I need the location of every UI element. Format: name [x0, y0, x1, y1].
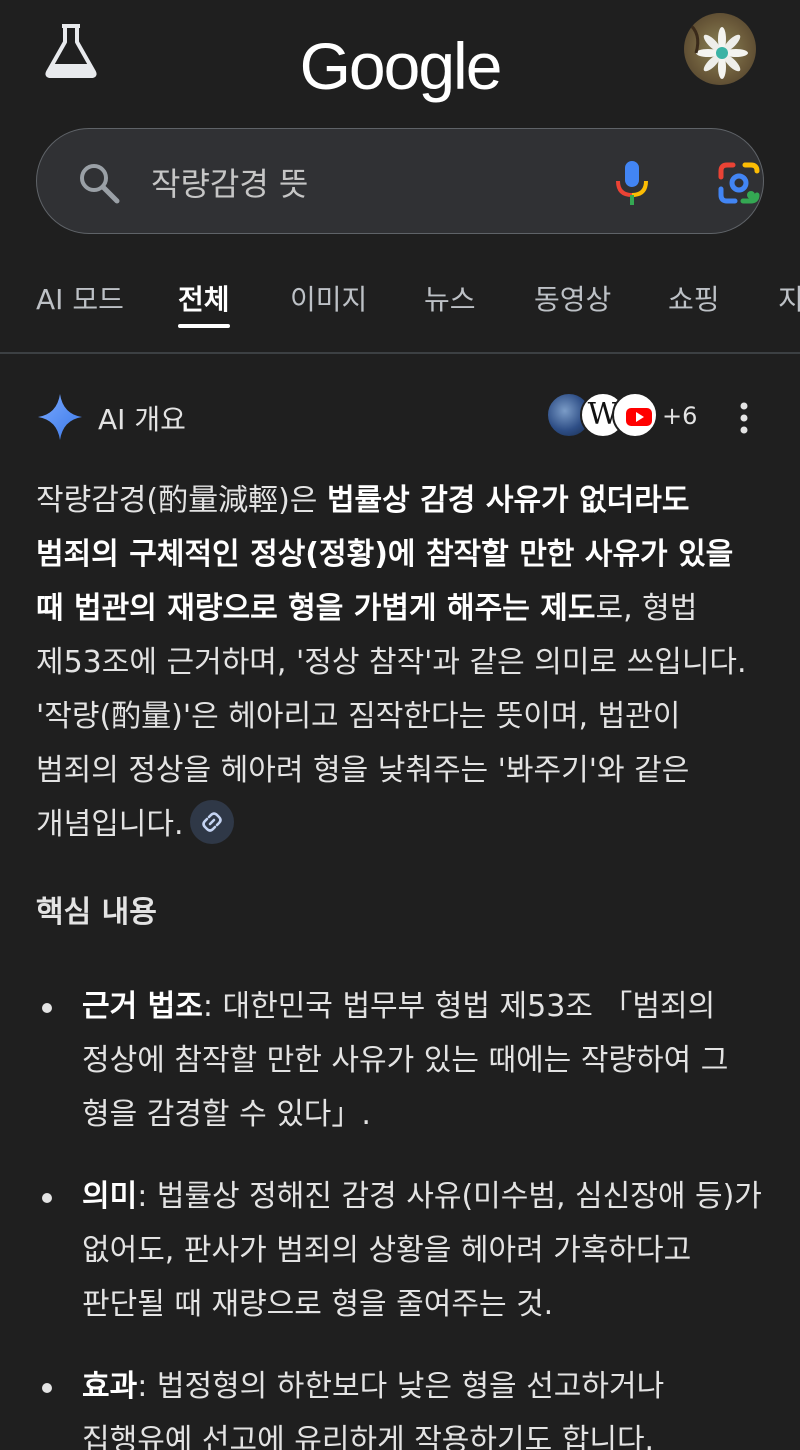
active-tab-indicator: [178, 324, 230, 328]
tabs-divider: [0, 352, 800, 354]
tab-videos[interactable]: 동영상: [534, 278, 611, 328]
more-vert-icon[interactable]: [728, 398, 760, 438]
tab-label: AI 모드: [36, 283, 124, 316]
link-icon: [201, 811, 222, 832]
search-tabs: AI 모드 전체 이미지 뉴스 동영상 쇼핑 지: [0, 262, 800, 354]
mic-icon[interactable]: [609, 159, 655, 207]
tab-ai-mode[interactable]: AI 모드: [36, 278, 124, 328]
tab-label: 뉴스: [424, 283, 476, 316]
tab-label: 지: [778, 283, 800, 316]
ai-overview-content: 작량감경(酌量減輕)은 법률상 감경 사유가 없더라도 범죄의 구체적인 정상(…: [36, 474, 766, 1450]
tab-label: 전체: [178, 283, 230, 316]
section-title: 핵심 내용: [36, 895, 157, 930]
bullet-dot: [42, 1003, 52, 1013]
search-icon[interactable]: [77, 161, 121, 205]
summary-text: 작량감경(酌量減輕)은: [36, 483, 327, 518]
bullet-term: 효과: [82, 1369, 138, 1404]
bullet-term: 근거 법조: [82, 989, 203, 1024]
source-link-chip[interactable]: [189, 799, 234, 844]
tab-shopping[interactable]: 쇼핑: [668, 278, 720, 328]
tab-label: 동영상: [534, 283, 612, 316]
ai-summary: 작량감경(酌量減輕)은 법률상 감경 사유가 없더라도 범죄의 구체적인 정상(…: [36, 474, 766, 852]
ai-overview-title: AI 개요: [98, 403, 186, 436]
list-item: 근거 법조: 대한민국 법무부 형법 제53조 「범죄의 정상에 참작할 만한 …: [36, 980, 766, 1142]
bullet-term: 의미: [82, 1179, 138, 1214]
google-logo[interactable]: Google: [0, 26, 800, 106]
search-input[interactable]: [151, 155, 541, 209]
summary-text: 로, 형법 제53조에 근거하며, '정상 참작'과 같은 의미로 쓰입니다. …: [36, 591, 747, 842]
google-lens-icon[interactable]: [715, 159, 763, 207]
tab-label: 쇼핑: [668, 283, 720, 316]
bullet-text: : 법률상 정해진 감경 사유(미수범, 심신장애 등)가 없어도, 판사가 범…: [82, 1179, 762, 1322]
bullet-text: : 법정형의 하한보다 낮은 형을 선고하거나 집행유예 선고에 유리하게 작용…: [82, 1369, 665, 1450]
flower-photo-icon: [687, 21, 748, 79]
bullet-dot: [42, 1383, 52, 1393]
more-sources-count[interactable]: +6: [662, 402, 697, 430]
list-item: 의미: 법률상 정해진 감경 사유(미수범, 심신장애 등)가 없어도, 판사가…: [36, 1170, 766, 1332]
search-bar[interactable]: [36, 128, 764, 234]
tab-maps[interactable]: 지: [778, 278, 800, 328]
bullet-dot: [42, 1193, 52, 1203]
tab-label: 이미지: [290, 283, 368, 316]
gemini-sparkle-icon: [38, 394, 82, 440]
ai-overview-header: AI 개요 W +6: [0, 380, 800, 454]
list-item: 효과: 법정형의 하한보다 낮은 형을 선고하거나 집행유예 선고에 유리하게 …: [36, 1360, 766, 1450]
tab-all[interactable]: 전체: [178, 278, 230, 328]
tab-images[interactable]: 이미지: [290, 278, 367, 328]
profile-avatar[interactable]: [684, 13, 756, 85]
header: Google: [0, 0, 800, 120]
youtube-icon[interactable]: [612, 392, 658, 438]
tab-news[interactable]: 뉴스: [424, 278, 476, 328]
key-points-list: 근거 법조: 대한민국 법무부 형법 제53조 「범죄의 정상에 참작할 만한 …: [36, 980, 766, 1450]
